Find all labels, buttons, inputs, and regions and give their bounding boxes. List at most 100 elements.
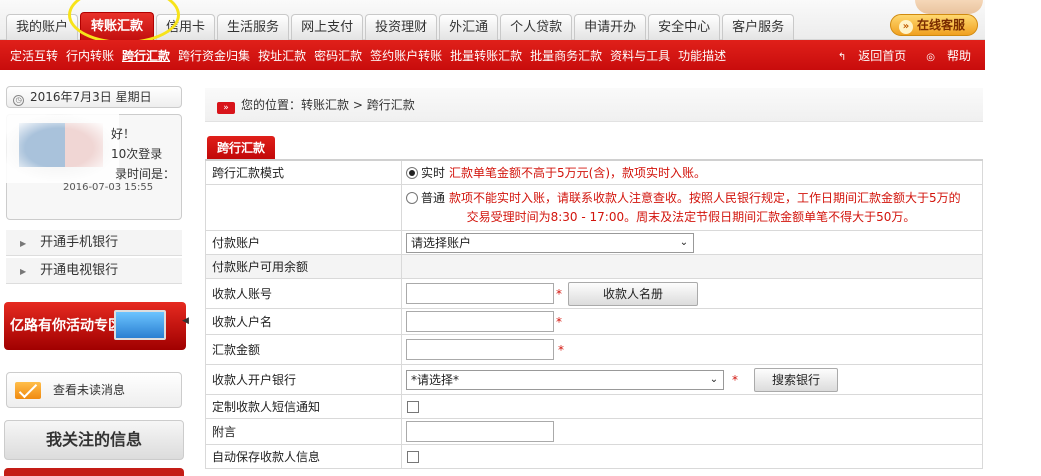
form-row-amount: 汇款金额 * — [205, 335, 983, 365]
subnav-tools[interactable]: 资料与工具 — [610, 47, 676, 64]
last-login-time: 2016-07-03 15:55 — [63, 182, 154, 193]
form-row-autosave: 自动保存收款人信息 — [205, 445, 983, 469]
subnav-fixed-current-transfer[interactable]: 定活互转 — [10, 47, 64, 64]
back-home-label: 返回首页 — [858, 48, 907, 63]
subnav-batch-transfer[interactable]: 批量转账汇款 — [450, 47, 528, 64]
pay-account-select[interactable]: 请选择账户 ⌄ — [406, 232, 694, 253]
payee-bank-label: 收款人开户银行 — [206, 365, 402, 394]
back-home-link[interactable]: ↰ 返回首页 — [828, 47, 906, 64]
amount-input[interactable] — [406, 339, 554, 360]
payee-bank-select[interactable]: *请选择* ⌄ — [406, 369, 724, 390]
search-bank-button[interactable]: 搜索银行 — [754, 367, 838, 392]
payee-name-input[interactable] — [406, 311, 554, 332]
tab-forex[interactable]: 外汇通 — [439, 14, 499, 40]
realtime-label: 实时 — [421, 166, 446, 180]
required-mark: * — [558, 342, 564, 357]
sidebar-item-tv-banking[interactable]: ▶ 开通电视银行 — [6, 258, 182, 284]
help-icon: ◎ — [926, 51, 935, 63]
online-service-button[interactable]: » 在线客服 — [890, 14, 978, 36]
sidebar-item-label: 开通手机银行 — [40, 235, 119, 250]
unread-messages-label: 查看未读消息 — [53, 383, 126, 397]
subnav-signed-account-transfer[interactable]: 签约账户转账 — [370, 47, 448, 64]
followed-info-button[interactable]: 我关注的信息 — [4, 420, 184, 460]
mode-label: 跨行汇款模式 — [206, 161, 402, 184]
subnav-function-description[interactable]: 功能描述 — [678, 47, 732, 64]
normal-option-line: 普通 款项不能实时入账，请联系收款人注意查收。按照人民银行规定，工作日期间汇款金… — [406, 189, 976, 206]
amount-label: 汇款金额 — [206, 335, 402, 364]
sms-notify-label: 定制收款人短信通知 — [206, 395, 402, 418]
help-label: 帮助 — [946, 48, 971, 63]
last-login-label: 录时间是： — [115, 167, 176, 181]
main-tabs: 我的账户 转账汇款 信用卡 生活服务 网上支付 投资理财 外汇通 个人贷款 申请… — [6, 12, 796, 40]
top-nav-bar: 我的账户 转账汇款 信用卡 生活服务 网上支付 投资理财 外汇通 个人贷款 申请… — [0, 0, 985, 44]
triangle-right-icon: ▶ — [20, 267, 27, 276]
normal-note-line1: 款项不能实时入账，请联系收款人注意查收。按照人民银行规定，工作日期间汇款金额大于… — [449, 191, 961, 205]
sidebar-item-mobile-banking[interactable]: ▶ 开通手机银行 — [6, 230, 182, 256]
double-arrow-icon: » — [217, 102, 235, 114]
tab-transfer[interactable]: 转账汇款 — [80, 12, 155, 40]
realtime-radio[interactable] — [406, 166, 418, 179]
required-mark: * — [732, 372, 738, 387]
envelope-icon — [15, 382, 41, 399]
promo-banner[interactable]: 亿路有你活动专区 — [4, 302, 186, 350]
tab-credit-card[interactable]: 信用卡 — [156, 14, 216, 40]
payee-book-button[interactable]: 收款人名册 — [568, 281, 698, 306]
sub-nav-bar: 定活互转 行内转账 跨行汇款 跨行资金归集 按址汇款 密码汇款 签约账户转账 批… — [0, 40, 985, 70]
welcome-panel: 好！ 10次登录 录时间是： 2016-07-03 15:55 — [0, 113, 182, 220]
chevron-down-icon: ⌄ — [709, 373, 719, 385]
welcome-greeting: 好！ — [111, 127, 136, 141]
mode-normal-option: 普通 款项不能实时入账，请联系收款人注意查收。按照人民银行规定，工作日期间汇款金… — [402, 185, 982, 230]
tab-customer-service[interactable]: 客户服务 — [722, 14, 795, 40]
left-sidebar: ◷ 2016年7月3日 星期日 好！ 10次登录 录时间是： 2016-07-03… — [0, 76, 190, 476]
tab-security-center[interactable]: 安全中心 — [648, 14, 721, 40]
online-service-label: 在线客服 — [917, 18, 966, 32]
tab-online-payment[interactable]: 网上支付 — [291, 14, 364, 40]
tab-life-services[interactable]: 生活服务 — [217, 14, 290, 40]
breadcrumb-prefix: 您的位置： — [241, 98, 302, 112]
realtime-note: 汇款单笔金额不高于5万元(含)，款项实时入账。 — [449, 166, 707, 180]
subnav-intra-bank-transfer[interactable]: 行内转账 — [66, 47, 120, 64]
help-link[interactable]: ◎ 帮助 — [916, 47, 971, 64]
date-display: ◷ 2016年7月3日 星期日 — [6, 86, 182, 108]
autosave-checkbox[interactable] — [407, 450, 419, 463]
balance-label: 付款账户可用余额 — [206, 255, 402, 278]
remark-input[interactable] — [406, 421, 554, 442]
amount-cell: * — [402, 335, 982, 364]
chevron-down-icon: ⌄ — [679, 236, 689, 248]
required-mark: * — [556, 314, 562, 329]
login-count: 10次登录 — [111, 147, 163, 161]
subnav-address-remit[interactable]: 按址汇款 — [258, 47, 312, 64]
tab-investment[interactable]: 投资理财 — [365, 14, 438, 40]
subnav-fund-collection[interactable]: 跨行资金归集 — [178, 47, 256, 64]
subnav-inter-bank-remit[interactable]: 跨行汇款 — [122, 47, 176, 64]
remittance-form: 跨行汇款模式 实时 汇款单笔金额不高于5万元(含)，款项实时入账。 普通 款项不… — [205, 161, 983, 469]
tab-apply[interactable]: 申请开办 — [574, 14, 647, 40]
form-row-pay-account: 付款账户 请选择账户 ⌄ — [205, 231, 983, 255]
normal-radio[interactable] — [406, 191, 418, 204]
payee-account-input[interactable] — [406, 283, 554, 304]
tab-personal-loan[interactable]: 个人贷款 — [500, 14, 573, 40]
subnav-password-remit[interactable]: 密码汇款 — [314, 47, 368, 64]
form-row-sms-notify: 定制收款人短信通知 — [205, 395, 983, 419]
breadcrumb-path: 转账汇款 > 跨行汇款 — [301, 98, 415, 112]
autosave-cell — [402, 445, 982, 468]
mode-realtime-option: 实时 汇款单笔金额不高于5万元(含)，款项实时入账。 — [402, 161, 982, 184]
pay-account-label: 付款账户 — [206, 231, 402, 254]
payee-bank-value: *请选择* — [411, 372, 460, 387]
sms-notify-checkbox[interactable] — [407, 400, 419, 413]
unread-messages-button[interactable]: 查看未读消息 — [6, 372, 182, 408]
form-row-mode-realtime: 跨行汇款模式 实时 汇款单笔金额不高于5万元(含)，款项实时入账。 — [205, 161, 983, 185]
payee-name-label: 收款人户名 — [206, 309, 402, 334]
double-arrow-icon: » — [899, 20, 913, 34]
payee-name-cell: * — [402, 309, 982, 334]
collapse-arrow-icon[interactable]: ◀ — [182, 312, 190, 330]
section-tab-inter-bank-remit: 跨行汇款 — [207, 136, 275, 160]
normal-label: 普通 — [421, 191, 446, 205]
tab-my-account[interactable]: 我的账户 — [6, 14, 79, 40]
remark-cell — [402, 419, 982, 444]
tv-screen-icon — [114, 310, 166, 340]
form-row-mode-normal: 普通 款项不能实时入账，请联系收款人注意查收。按照人民银行规定，工作日期间汇款金… — [205, 185, 983, 231]
form-row-payee-bank: 收款人开户银行 *请选择* ⌄ * 搜索银行 — [205, 365, 983, 395]
subnav-batch-business-remit[interactable]: 批量商务汇款 — [530, 47, 608, 64]
sms-notify-cell — [402, 395, 982, 418]
